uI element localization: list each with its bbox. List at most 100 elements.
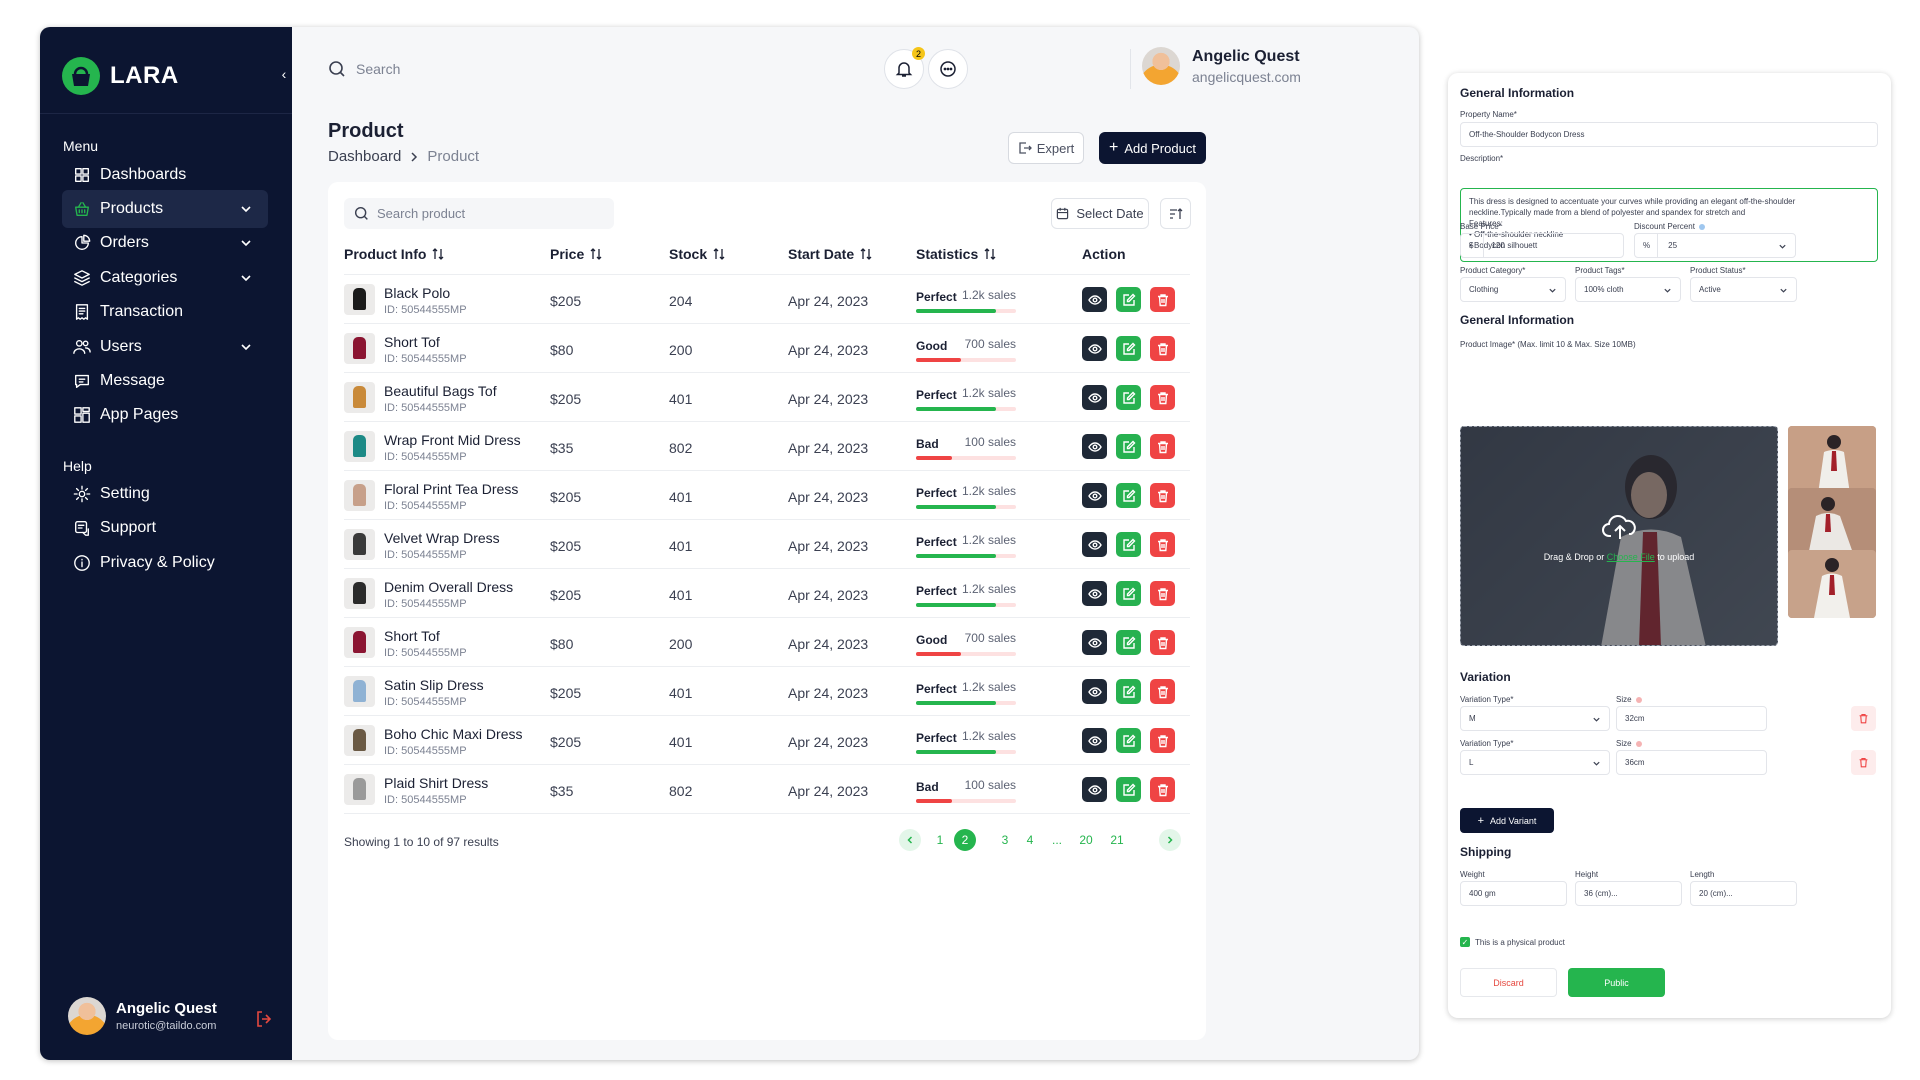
column-header[interactable]: Start Date (788, 246, 872, 262)
property-name-input[interactable]: Off-the-Shoulder Bodycon Dress (1460, 122, 1878, 147)
header-user[interactable]: Angelic Quest angelicquest.com (1130, 47, 1301, 89)
view-button[interactable] (1082, 532, 1107, 557)
sidebar-item-users[interactable]: Users (62, 328, 268, 366)
delete-button[interactable] (1150, 630, 1175, 655)
column-header[interactable]: Statistics (916, 246, 996, 262)
delete-button[interactable] (1150, 287, 1175, 312)
delete-button[interactable] (1150, 434, 1175, 459)
sidebar-user[interactable]: Angelic Quest neurotic@taildo.com (68, 997, 217, 1035)
discount-select[interactable]: % 25 (1634, 233, 1796, 258)
sidebar-item-products[interactable]: Products (62, 190, 268, 228)
page-4-button[interactable]: 4 (1024, 829, 1036, 851)
product-thumbnail[interactable] (1788, 426, 1876, 494)
notification-button[interactable]: 2 (884, 47, 925, 89)
delete-button[interactable] (1150, 679, 1175, 704)
table-row[interactable]: Short Tof ID: 50544555MP $80 200 Apr 24, 202… (344, 618, 1190, 667)
view-button[interactable] (1082, 777, 1107, 802)
add-product-button[interactable]: + Add Product (1099, 132, 1206, 164)
view-button[interactable] (1082, 630, 1107, 655)
table-row[interactable]: Velvet Wrap Dress ID: 50544555MP $205 401 Ap… (344, 520, 1190, 569)
view-button[interactable] (1082, 728, 1107, 753)
variation-type-select[interactable]: L (1460, 750, 1610, 775)
view-button[interactable] (1082, 679, 1107, 704)
edit-button[interactable] (1116, 630, 1141, 655)
delete-button[interactable] (1150, 483, 1175, 508)
weight-input[interactable]: 400 gm (1460, 881, 1567, 906)
edit-button[interactable] (1116, 532, 1141, 557)
table-row[interactable]: Denim Overall Dress ID: 50544555MP $205 401… (344, 569, 1190, 618)
breadcrumb-dashboard[interactable]: Dashboard (328, 148, 401, 165)
delete-button[interactable] (1150, 532, 1175, 557)
delete-button[interactable] (1150, 385, 1175, 410)
sidebar-item-setting[interactable]: Setting (62, 475, 268, 513)
public-button[interactable]: Public (1568, 968, 1665, 997)
messages-button[interactable] (928, 49, 968, 89)
view-button[interactable] (1082, 385, 1107, 410)
size-input[interactable]: 36cm (1616, 750, 1767, 775)
status-select[interactable]: Active (1690, 277, 1797, 302)
view-button[interactable] (1082, 483, 1107, 508)
product-thumbnail[interactable] (1788, 488, 1876, 556)
view-button[interactable] (1082, 581, 1107, 606)
table-row[interactable]: Black Polo ID: 50544555MP $205 204 Apr 24, 2… (344, 275, 1190, 324)
sidebar-item-app-pages[interactable]: App Pages (62, 396, 268, 434)
physical-product-checkbox[interactable]: ✓ This is a physical product (1460, 937, 1565, 947)
category-select[interactable]: Clothing (1460, 277, 1566, 302)
sidebar-item-message[interactable]: Message (62, 362, 268, 400)
sidebar-item-support[interactable]: Support (62, 509, 268, 547)
size-input[interactable]: 32cm (1616, 706, 1767, 731)
discard-button[interactable]: Discard (1460, 968, 1557, 997)
edit-button[interactable] (1116, 581, 1141, 606)
table-row[interactable]: Wrap Front Mid Dress ID: 50544555MP $35 802… (344, 422, 1190, 471)
height-input[interactable]: 36 (cm)... (1575, 881, 1682, 906)
table-row[interactable]: Floral Print Tea Dress ID: 50544555MP $205… (344, 471, 1190, 520)
page-2-button[interactable]: 2 (954, 829, 976, 851)
collapse-sidebar-icon[interactable]: ‹ (276, 64, 292, 84)
delete-button[interactable] (1150, 777, 1175, 802)
variation-type-select[interactable]: M (1460, 706, 1610, 731)
remove-variant-button[interactable] (1851, 706, 1876, 731)
brand-logo[interactable]: LARA (62, 57, 179, 95)
column-header[interactable]: Price (550, 246, 602, 262)
edit-button[interactable] (1116, 679, 1141, 704)
product-thumbnail[interactable] (1788, 550, 1876, 618)
next-page-button[interactable] (1159, 829, 1181, 851)
edit-button[interactable] (1116, 336, 1141, 361)
edit-button[interactable] (1116, 777, 1141, 802)
delete-button[interactable] (1150, 581, 1175, 606)
export-button[interactable]: Expert (1008, 132, 1084, 164)
delete-button[interactable] (1150, 336, 1175, 361)
view-button[interactable] (1082, 336, 1107, 361)
sidebar-item-privacy-policy[interactable]: Privacy & Policy (62, 544, 268, 582)
table-row[interactable]: Short Tof ID: 50544555MP $80 200 Apr 24, 202… (344, 324, 1190, 373)
length-input[interactable]: 20 (cm)... (1690, 881, 1797, 906)
page-20-button[interactable]: 20 (1079, 829, 1092, 851)
delete-button[interactable] (1150, 728, 1175, 753)
sort-button[interactable] (1160, 198, 1191, 229)
table-row[interactable]: Plaid Shirt Dress ID: 50544555MP $35 802 Apr… (344, 765, 1190, 814)
tags-select[interactable]: 100% cloth (1575, 277, 1681, 302)
product-search-input[interactable]: Search product (344, 198, 614, 229)
base-price-input[interactable]: $ 120 (1460, 233, 1624, 258)
edit-button[interactable] (1116, 385, 1141, 410)
view-button[interactable] (1082, 287, 1107, 312)
view-button[interactable] (1082, 434, 1107, 459)
table-row[interactable]: Boho Chic Maxi Dress ID: 50544555MP $205 40… (344, 716, 1190, 765)
select-date-button[interactable]: Select Date (1051, 198, 1149, 229)
page-21-button[interactable]: 21 (1110, 829, 1123, 851)
add-variant-button[interactable]: + Add Variant (1460, 808, 1554, 833)
logout-icon[interactable] (254, 1009, 274, 1029)
sidebar-item-categories[interactable]: Categories (62, 259, 268, 297)
column-header[interactable]: Stock (669, 246, 725, 262)
edit-button[interactable] (1116, 287, 1141, 312)
sidebar-item-dashboards[interactable]: Dashboards (62, 156, 268, 194)
prev-page-button[interactable] (899, 829, 921, 851)
page-3-button[interactable]: 3 (999, 829, 1011, 851)
remove-variant-button[interactable] (1851, 750, 1876, 775)
image-dropzone[interactable]: Drag & Drop or Choose File to upload (1460, 426, 1778, 646)
choose-file-link[interactable]: Choose File (1607, 552, 1655, 562)
table-row[interactable]: Satin Slip Dress ID: 50544555MP $205 401 Apr… (344, 667, 1190, 716)
global-search[interactable]: Search (328, 60, 400, 78)
table-row[interactable]: Beautiful Bags Tof ID: 50544555MP $205 401 A… (344, 373, 1190, 422)
sidebar-item-transaction[interactable]: Transaction (62, 293, 268, 331)
